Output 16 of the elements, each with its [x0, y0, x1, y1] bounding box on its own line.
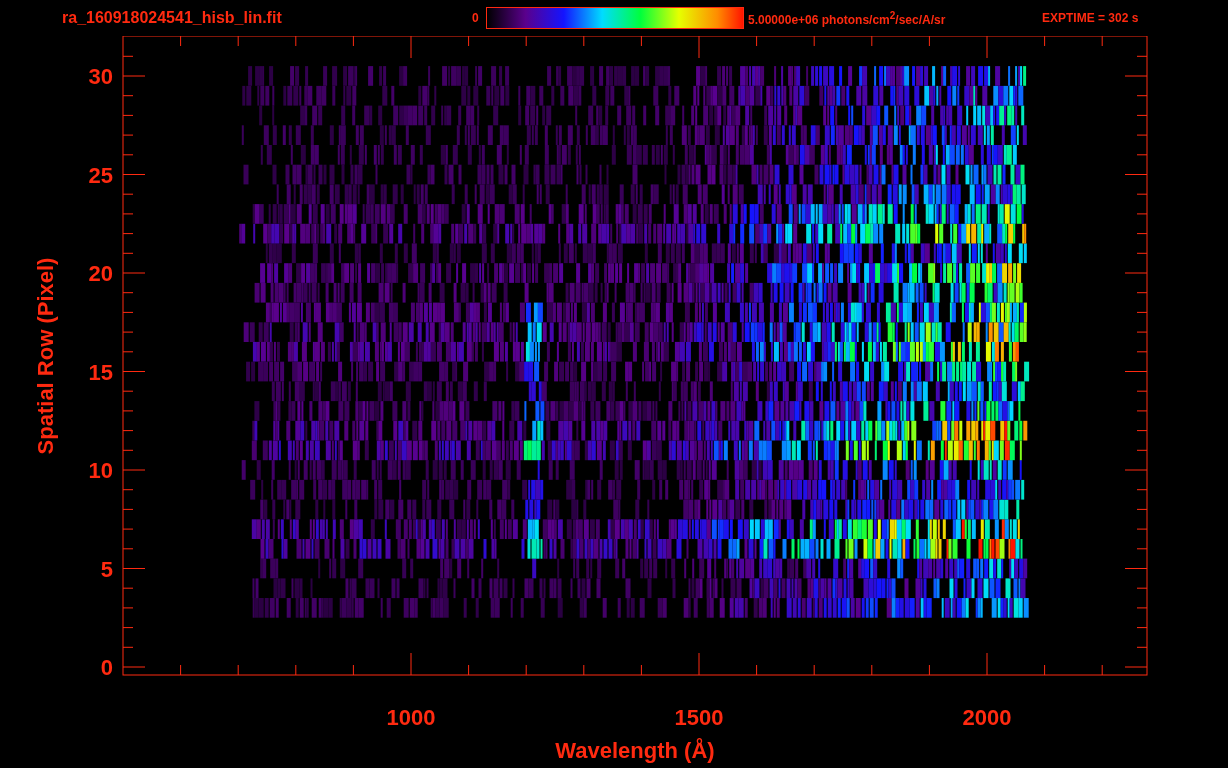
x-axis-label: Wavelength (Å)	[555, 738, 715, 763]
x-tick-label: 1500	[674, 705, 724, 730]
exposure-time: EXPTIME = 302 s	[1042, 11, 1139, 25]
y-tick-label: 25	[88, 162, 113, 188]
plot-title: ra_160918024541_hisb_lin.fit	[62, 9, 283, 27]
y-tick-label: 5	[100, 556, 113, 582]
y-axis-label: Spatial Row (Pixel)	[33, 257, 58, 455]
y-tick-label: 15	[88, 359, 113, 385]
colorbar-min-label: 0	[472, 11, 480, 25]
y-tick-label: 20	[88, 261, 113, 286]
x-tick-label: 1000	[386, 705, 436, 730]
x-tick-label: 2000	[962, 705, 1012, 730]
y-tick-label: 0	[100, 655, 113, 680]
y-tick-label: 30	[88, 64, 113, 89]
colorbar-max-label: 5.00000e+06 photons/cm$^{2}$/sec/A/sr	[748, 9, 947, 27]
y-tick-label: 10	[88, 458, 113, 483]
